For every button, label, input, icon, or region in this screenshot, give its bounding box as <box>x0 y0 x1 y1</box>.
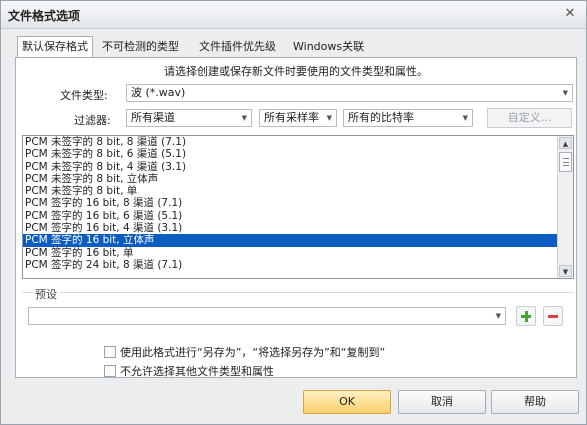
format-list-item[interactable]: PCM 签字的 16 bit, 立体声 <box>23 234 573 247</box>
filter-label: 过滤器: <box>74 114 111 127</box>
disallow-option[interactable]: 不允许选择其他文件类型和属性 <box>104 363 274 378</box>
format-list-item[interactable]: PCM 签字的 16 bit, 4 渠道 (3.1) <box>23 222 573 234</box>
scroll-up-icon[interactable]: ▲ <box>559 137 572 149</box>
scroll-thumb[interactable] <box>559 152 572 172</box>
format-list-item[interactable]: PCM 签字的 16 bit, 单 <box>23 247 573 259</box>
save-as-checkbox[interactable] <box>104 346 116 358</box>
format-list-item[interactable]: PCM 未签字的 8 bit, 立体声 <box>23 173 573 185</box>
disallow-checkbox[interactable] <box>104 365 116 377</box>
scroll-down-icon[interactable]: ▼ <box>559 265 572 277</box>
format-list-item[interactable]: PCM 未签字的 8 bit, 6 渠道 (5.1) <box>23 148 573 160</box>
save-as-option[interactable]: 使用此格式进行“另存为”，“将选择另存为”和“复制到” <box>104 344 386 359</box>
list-scrollbar[interactable]: ▲ ▼ <box>557 136 573 278</box>
preset-select[interactable]: ▼ <box>28 307 506 325</box>
tab-windows-associations[interactable]: Windows关联 <box>291 37 366 58</box>
format-list-items: PCM 未签字的 8 bit, 8 渠道 (7.1) PCM 未签字的 8 bit… <box>23 136 573 271</box>
channel-filter-select[interactable]: 所有渠道 ▼ <box>126 109 252 127</box>
custom-filter-button[interactable]: 自定义... <box>487 108 572 128</box>
format-list-item[interactable]: PCM 未签字的 8 bit, 8 渠道 (7.1) <box>23 136 573 148</box>
chevron-down-icon: ▼ <box>462 114 468 122</box>
sample-rate-filter-value: 所有采样率 <box>264 111 319 124</box>
bit-rate-filter-value: 所有的比特率 <box>348 111 414 124</box>
tab-default-save-format[interactable]: 默认保存格式 <box>17 36 93 58</box>
close-icon[interactable]: ✕ <box>562 6 578 22</box>
tab-panel: 请选择创建或保存新文件时要使用的文件类型和属性。 文件类型: 波 (*.wav)… <box>15 57 577 378</box>
ok-button[interactable]: OK <box>303 390 391 414</box>
tab-undetectable-types[interactable]: 不可检测的类型 <box>100 37 181 58</box>
file-type-select[interactable]: 波 (*.wav) ▼ <box>126 84 573 102</box>
file-format-options-dialog: 文件格式选项 ✕ 默认保存格式 不可检测的类型 文件插件优先级 Windows关… <box>0 0 587 425</box>
title-bar: 文件格式选项 ✕ <box>1 1 586 29</box>
format-list-item[interactable]: PCM 未签字的 8 bit, 单 <box>23 185 573 197</box>
format-list-item[interactable]: PCM 签字的 24 bit, 8 渠道 (7.1) <box>23 259 573 271</box>
remove-preset-button[interactable] <box>543 306 563 326</box>
save-as-option-label: 使用此格式进行“另存为”，“将选择另存为”和“复制到” <box>120 346 386 359</box>
instruction-text: 请选择创建或保存新文件时要使用的文件类型和属性。 <box>164 65 428 78</box>
disallow-option-label: 不允许选择其他文件类型和属性 <box>120 365 274 378</box>
chevron-down-icon: ▼ <box>326 114 332 122</box>
format-list-item[interactable]: PCM 未签字的 8 bit, 4 渠道 (3.1) <box>23 161 573 173</box>
tab-plugin-priority[interactable]: 文件插件优先级 <box>197 37 278 58</box>
preset-title: 预设 <box>32 286 60 302</box>
cancel-button[interactable]: 取消 <box>398 390 486 414</box>
chevron-down-icon: ▼ <box>241 114 247 122</box>
file-type-label: 文件类型: <box>60 89 108 102</box>
format-list[interactable]: PCM 未签字的 8 bit, 8 渠道 (7.1) PCM 未签字的 8 bit… <box>22 135 574 279</box>
add-preset-button[interactable] <box>516 306 536 326</box>
format-list-item[interactable]: PCM 签字的 16 bit, 6 渠道 (5.1) <box>23 210 573 222</box>
preset-group: 预设 ▼ <box>22 286 574 332</box>
chevron-down-icon: ▼ <box>495 312 501 320</box>
bit-rate-filter-select[interactable]: 所有的比特率 ▼ <box>343 109 473 127</box>
help-button[interactable]: 帮助 <box>491 390 579 414</box>
file-type-value: 波 (*.wav) <box>131 86 186 99</box>
dialog-title: 文件格式选项 <box>8 9 81 23</box>
channel-filter-value: 所有渠道 <box>131 111 175 124</box>
chevron-down-icon: ▼ <box>562 89 568 97</box>
format-list-item[interactable]: PCM 签字的 16 bit, 8 渠道 (7.1) <box>23 197 573 209</box>
sample-rate-filter-select[interactable]: 所有采样率 ▼ <box>259 109 337 127</box>
